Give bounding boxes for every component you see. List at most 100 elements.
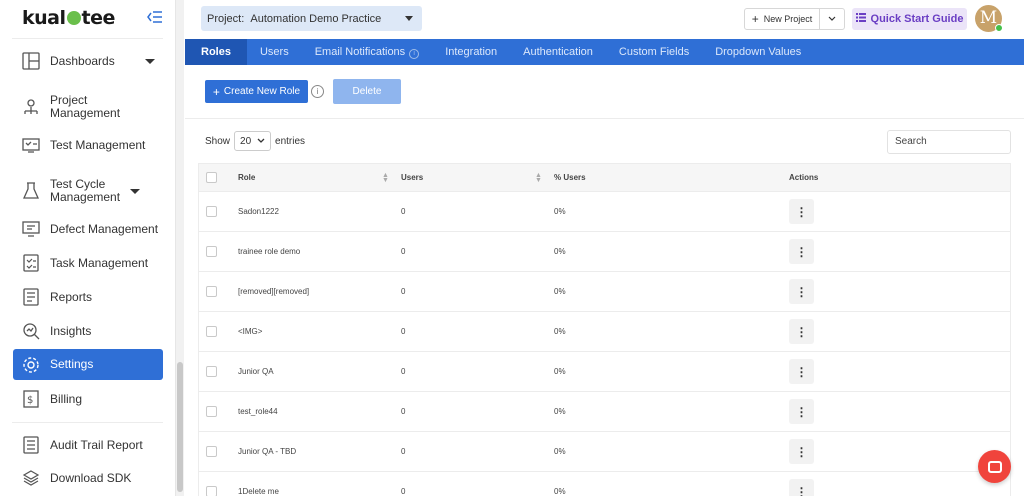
info-icon[interactable]: i bbox=[409, 49, 420, 59]
column-header-percent-users[interactable]: % Users bbox=[554, 173, 586, 182]
quick-start-guide-button[interactable]: Quick Start Guide bbox=[852, 8, 967, 30]
row-checkbox[interactable] bbox=[206, 206, 217, 217]
tab-label: Roles bbox=[201, 46, 231, 58]
scrollbar-thumb[interactable] bbox=[177, 362, 183, 492]
more-actions-icon[interactable]: ⋮ bbox=[789, 399, 814, 424]
tab-users[interactable]: Users bbox=[247, 39, 302, 65]
sidebar-scrollbar[interactable] bbox=[176, 0, 184, 496]
more-actions-icon[interactable]: ⋮ bbox=[789, 319, 814, 344]
table-row: [removed][removed] 0 0% ⋮ bbox=[198, 272, 1011, 312]
row-checkbox[interactable] bbox=[206, 286, 217, 297]
more-actions-icon[interactable]: ⋮ bbox=[789, 479, 814, 496]
column-header-users[interactable]: Users bbox=[401, 173, 423, 182]
row-checkbox[interactable] bbox=[206, 406, 217, 417]
gear-icon bbox=[21, 355, 41, 375]
sidebar-item-test-management[interactable]: Test Management bbox=[13, 132, 163, 158]
collapse-sidebar-icon[interactable] bbox=[147, 10, 163, 26]
users-cell: 0 bbox=[401, 487, 406, 496]
chevron-down-icon bbox=[405, 16, 413, 21]
sidebar-item-audit-trail-report[interactable]: Audit Trail Report bbox=[13, 432, 163, 458]
search-input[interactable]: Search bbox=[887, 130, 1011, 154]
sidebar-item-label: Task Management bbox=[50, 255, 149, 270]
show-label: Show bbox=[205, 135, 231, 147]
tab-authentication[interactable]: Authentication bbox=[510, 39, 606, 65]
percent-users-cell: 0% bbox=[554, 207, 566, 216]
role-cell: Junior QA bbox=[238, 367, 274, 376]
row-checkbox[interactable] bbox=[206, 366, 217, 377]
new-project-dropdown-icon[interactable] bbox=[820, 14, 844, 25]
sidebar-item-label: Defect Management bbox=[50, 221, 159, 236]
user-avatar[interactable]: M bbox=[975, 5, 1003, 32]
tab-email-notifications[interactable]: Email Notifications i bbox=[302, 39, 432, 65]
sidebar-item-settings[interactable]: Settings bbox=[13, 349, 163, 380]
chevron-down-icon[interactable] bbox=[145, 58, 155, 64]
sidebar-item-label: Audit Trail Report bbox=[50, 437, 143, 452]
percent-users-cell: 0% bbox=[554, 327, 566, 336]
more-actions-icon[interactable]: ⋮ bbox=[789, 439, 814, 464]
chat-icon bbox=[987, 460, 1002, 473]
users-cell: 0 bbox=[401, 327, 406, 336]
sidebar-item-task-management[interactable]: Task Management bbox=[13, 250, 163, 276]
download-sdk-icon bbox=[21, 468, 41, 488]
tab-dropdown-values[interactable]: Dropdown Values bbox=[702, 39, 814, 65]
tab-integration[interactable]: Integration bbox=[432, 39, 510, 65]
tab-roles[interactable]: Roles bbox=[185, 39, 247, 65]
tab-custom-fields[interactable]: Custom Fields bbox=[606, 39, 702, 65]
sidebar-item-billing[interactable]: $ Billing bbox=[13, 386, 163, 412]
percent-users-cell: 0% bbox=[554, 487, 566, 496]
chat-launcher-button[interactable] bbox=[978, 450, 1011, 483]
table-row: Junior QA - TBD 0 0% ⋮ bbox=[198, 432, 1011, 472]
column-header-role[interactable]: Role bbox=[238, 173, 255, 182]
section-divider bbox=[185, 118, 1024, 119]
row-checkbox[interactable] bbox=[206, 446, 217, 457]
test-management-icon bbox=[21, 135, 41, 155]
row-checkbox[interactable] bbox=[206, 246, 217, 257]
more-actions-icon[interactable]: ⋮ bbox=[789, 359, 814, 384]
more-actions-icon[interactable]: ⋮ bbox=[789, 239, 814, 264]
table-row: 1Delete me 0 0% ⋮ bbox=[198, 472, 1011, 496]
table-row: <IMG> 0 0% ⋮ bbox=[198, 312, 1011, 352]
chevron-down-icon bbox=[257, 138, 265, 143]
new-project-button-group: + New Project bbox=[744, 8, 845, 30]
sort-icon[interactable]: ▲ ▼ bbox=[382, 172, 389, 184]
sort-icon[interactable]: ▲ ▼ bbox=[535, 172, 542, 184]
sidebar-item-label: Insights bbox=[50, 323, 92, 338]
sidebar-divider bbox=[12, 422, 163, 423]
more-actions-icon[interactable]: ⋮ bbox=[789, 279, 814, 304]
sidebar-item-download-sdk[interactable]: Download SDK bbox=[13, 465, 163, 491]
sidebar-item-label: Billing bbox=[50, 391, 83, 406]
sidebar-item-defect-management[interactable]: Defect Management bbox=[13, 216, 163, 242]
percent-users-cell: 0% bbox=[554, 287, 566, 296]
users-cell: 0 bbox=[401, 367, 406, 376]
percent-users-cell: 0% bbox=[554, 247, 566, 256]
sidebar-item-reports[interactable]: Reports bbox=[13, 284, 163, 310]
row-checkbox[interactable] bbox=[206, 486, 217, 496]
role-cell: <IMG> bbox=[238, 327, 263, 336]
sidebar-item-project-management[interactable]: Project Management bbox=[13, 88, 163, 126]
delete-button[interactable]: Delete bbox=[333, 79, 401, 104]
users-cell: 0 bbox=[401, 287, 406, 296]
create-new-role-button[interactable]: + Create New Role bbox=[205, 80, 308, 103]
sidebar-item-label: Test Cycle Management bbox=[50, 177, 121, 204]
chevron-down-icon[interactable] bbox=[130, 188, 140, 194]
kualitee-logo[interactable]: kual tee bbox=[22, 7, 115, 29]
sidebar-item-insights[interactable]: Insights bbox=[13, 318, 163, 344]
percent-users-cell: 0% bbox=[554, 447, 566, 456]
more-actions-icon[interactable]: ⋮ bbox=[789, 199, 814, 224]
info-icon[interactable]: i bbox=[311, 85, 324, 98]
sidebar-item-dashboards[interactable]: Dashboards bbox=[13, 46, 163, 76]
sidebar-divider bbox=[12, 38, 163, 39]
tab-label: Authentication bbox=[523, 46, 593, 58]
entries-select[interactable]: 20 bbox=[234, 131, 272, 151]
row-checkbox[interactable] bbox=[206, 326, 217, 337]
sidebar-item-test-cycle-management[interactable]: Test Cycle Management bbox=[13, 170, 163, 212]
role-cell: 1Delete me bbox=[238, 487, 279, 496]
entries-label: entries bbox=[275, 135, 306, 147]
entries-control: Show 20 entries bbox=[205, 131, 305, 151]
select-all-checkbox[interactable] bbox=[206, 172, 217, 183]
users-cell: 0 bbox=[401, 447, 406, 456]
new-project-button[interactable]: + New Project bbox=[745, 9, 820, 29]
entries-value: 20 bbox=[240, 135, 252, 147]
project-selector[interactable]: Project: Automation Demo Practice bbox=[201, 6, 422, 31]
tab-label: Users bbox=[259, 46, 289, 58]
